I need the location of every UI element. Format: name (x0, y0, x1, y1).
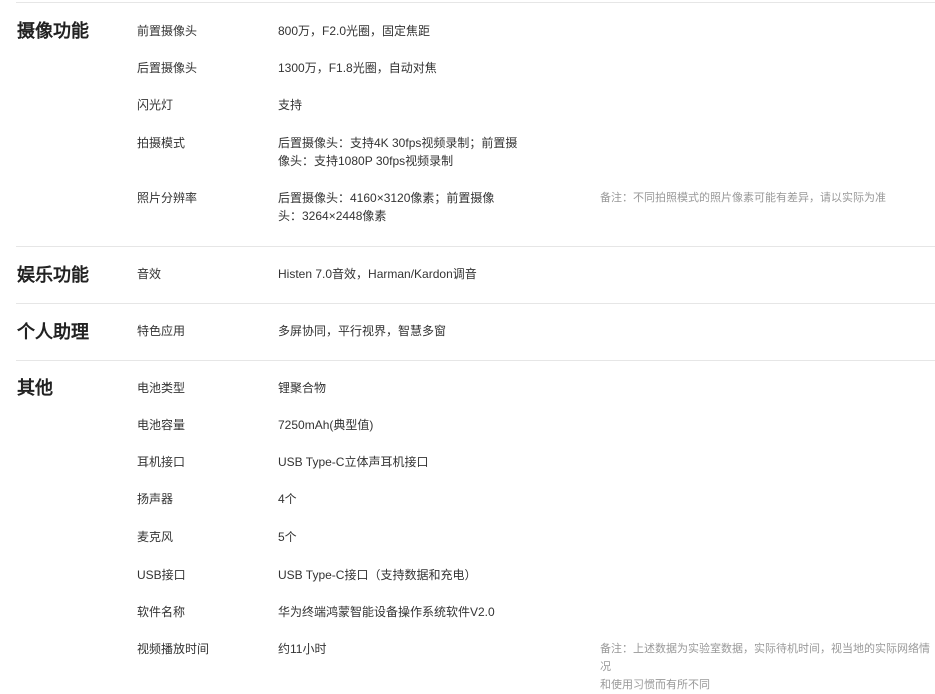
spec-value: 800万，F2.0光圈，固定焦距 (278, 24, 431, 38)
spec-value: 1300万，F1.8光圈，自动对焦 (278, 61, 437, 75)
spec-value: 4个 (278, 492, 297, 506)
spec-value: USB Type-C接口（支持数据和充电） (278, 568, 477, 582)
spec-label: 电池容量 (137, 418, 186, 432)
spec-label: 软件名称 (137, 605, 186, 619)
spec-label: 前置摄像头 (137, 24, 198, 38)
spec-label: 扬声器 (137, 492, 174, 506)
spec-note: 备注：上述数据为实验室数据，实际待机时间，视当地的实际网络情况 和使用习惯而有所… (600, 643, 930, 691)
spec-label: 后置摄像头 (137, 61, 198, 75)
spec-label: 麦克风 (137, 530, 174, 544)
spec-value: 锂聚合物 (278, 381, 327, 395)
spec-label: 耳机接口 (137, 455, 186, 469)
section-divider (16, 303, 935, 304)
spec-value: 支持 (278, 98, 303, 112)
section-divider (16, 360, 935, 361)
spec-note: 备注：不同拍照模式的照片像素可能有差异，请以实际为准 (600, 192, 886, 204)
top-divider (16, 2, 935, 3)
spec-value: 5个 (278, 530, 297, 544)
spec-value: 后置摄像头：4160×3120像素；前置摄像 头：3264×2448像素 (278, 191, 495, 223)
spec-value: 约11小时 (278, 642, 327, 656)
section-title: 娱乐功能 (17, 265, 89, 285)
section-title: 个人助理 (17, 322, 89, 342)
spec-value: 7250mAh(典型值) (278, 418, 374, 432)
spec-value: Histen 7.0音效，Harman/Kardon调音 (278, 267, 477, 281)
spec-value: 多屏协同，平行视界，智慧多窗 (278, 324, 447, 338)
spec-label: 闪光灯 (137, 98, 174, 112)
section-title: 摄像功能 (17, 21, 89, 41)
spec-label: 特色应用 (137, 324, 186, 338)
section-title: 其他 (17, 378, 53, 398)
spec-label: 音效 (137, 267, 162, 281)
spec-label: 拍摄模式 (137, 136, 186, 150)
spec-label: 视频播放时间 (137, 642, 210, 656)
spec-label: 电池类型 (137, 381, 186, 395)
spec-label: USB接口 (137, 568, 186, 582)
spec-label: 照片分辨率 (137, 191, 198, 205)
spec-value: 后置摄像头：支持4K 30fps视频录制；前置摄 像头：支持1080P 30fp… (278, 136, 518, 168)
spec-value: USB Type-C立体声耳机接口 (278, 455, 429, 469)
section-divider (16, 246, 935, 247)
spec-value: 华为终端鸿蒙智能设备操作系统软件V2.0 (278, 605, 495, 619)
